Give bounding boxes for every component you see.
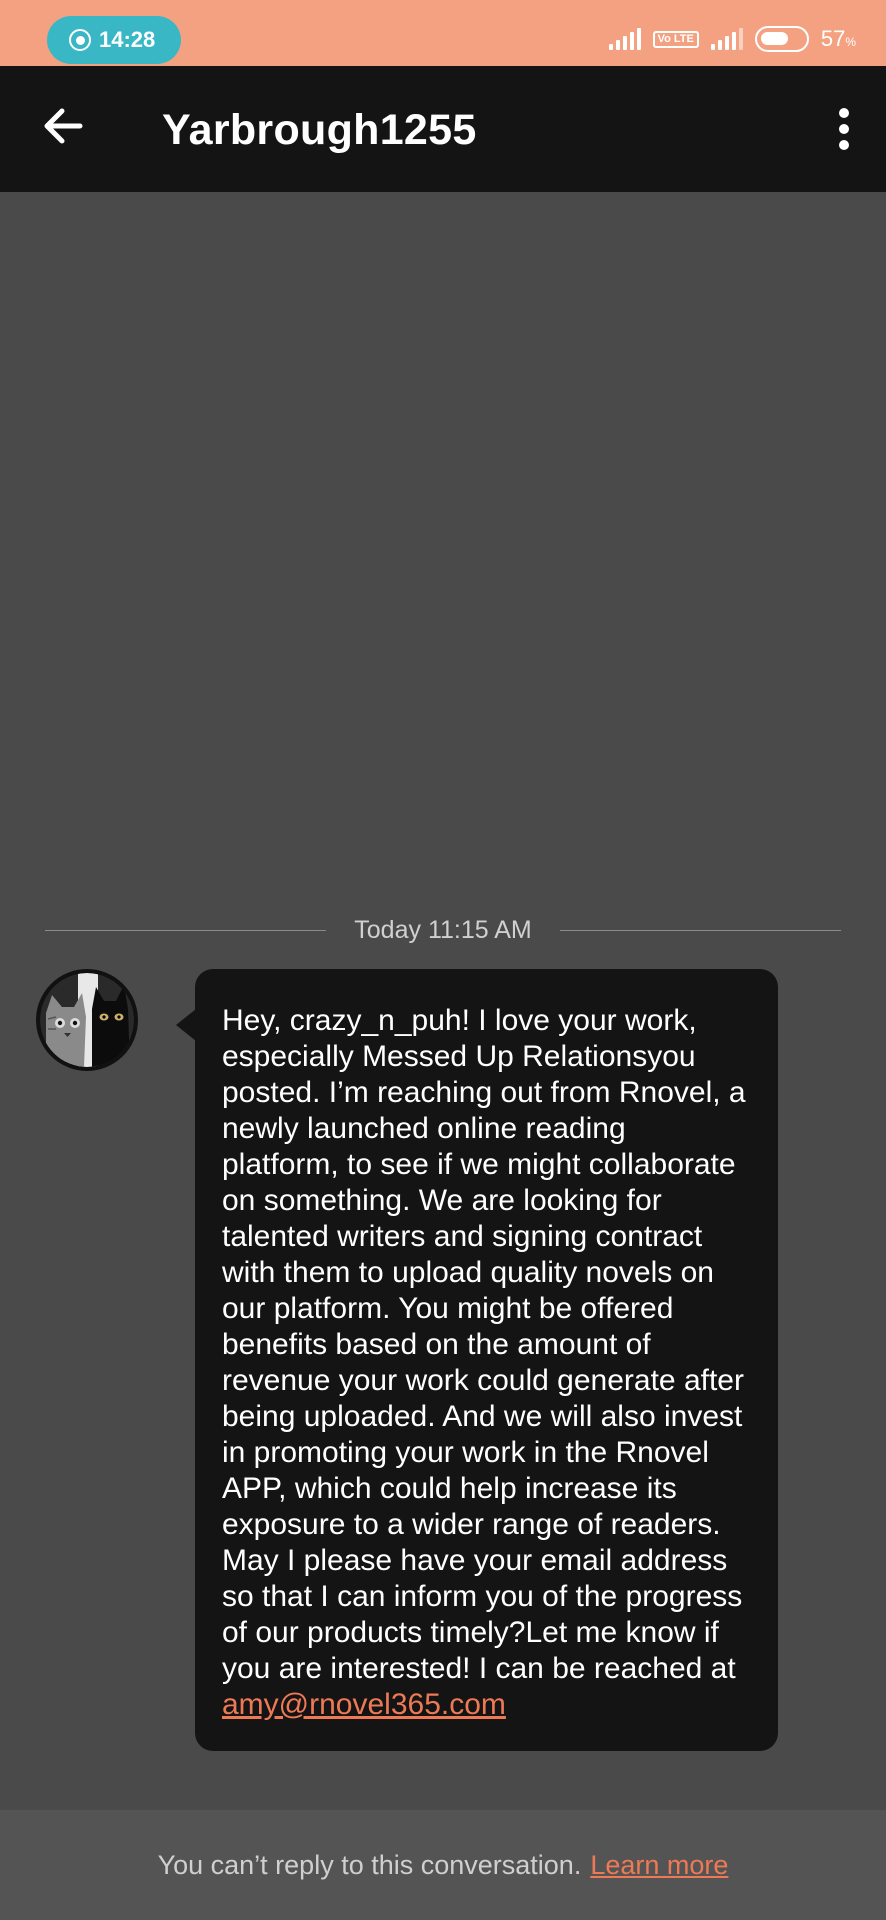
status-bar: 14:28 Vo LTE 57% [0,0,886,66]
signal-icon-2 [710,28,743,50]
status-icons: Vo LTE 57% [608,24,856,54]
learn-more-link[interactable]: Learn more [590,1850,728,1881]
message-text: Hey, crazy_n_puh! I love your work, espe… [222,1004,746,1685]
battery-percent: 57% [820,26,856,51]
more-options-button[interactable] [832,104,856,154]
screen-record-pill[interactable]: 14:28 [47,16,181,64]
date-label: Today 11:15 AM [354,915,532,944]
status-time: 14:28 [99,27,156,52]
avatar[interactable] [36,969,138,1071]
message-bubble: Hey, crazy_n_puh! I love your work, espe… [176,969,778,1751]
arrow-left-icon [44,108,83,144]
more-vertical-icon [839,108,849,118]
screen: 14:28 Vo LTE 57% Yarbrough1255 Today 11:… [0,0,886,1920]
divider-line-left [45,929,327,931]
app-bar: Yarbrough1255 [0,66,886,192]
reply-disabled-footer: You can’t reply to this conversation. Le… [0,1810,886,1920]
divider-line-right [559,929,841,931]
signal-icon [608,28,641,50]
cats-avatar-image [40,973,134,1067]
date-divider: Today 11:15 AM [45,912,841,948]
record-icon [69,29,91,51]
email-link[interactable]: amy@rnovel365.com [222,1688,506,1721]
volte-icon: Vo LTE [652,30,699,48]
battery-icon [754,26,809,52]
reply-disabled-notice: You can’t reply to this conversation. [157,1849,582,1880]
conversation-title: Yarbrough1255 [162,106,477,154]
back-button[interactable] [38,101,88,151]
